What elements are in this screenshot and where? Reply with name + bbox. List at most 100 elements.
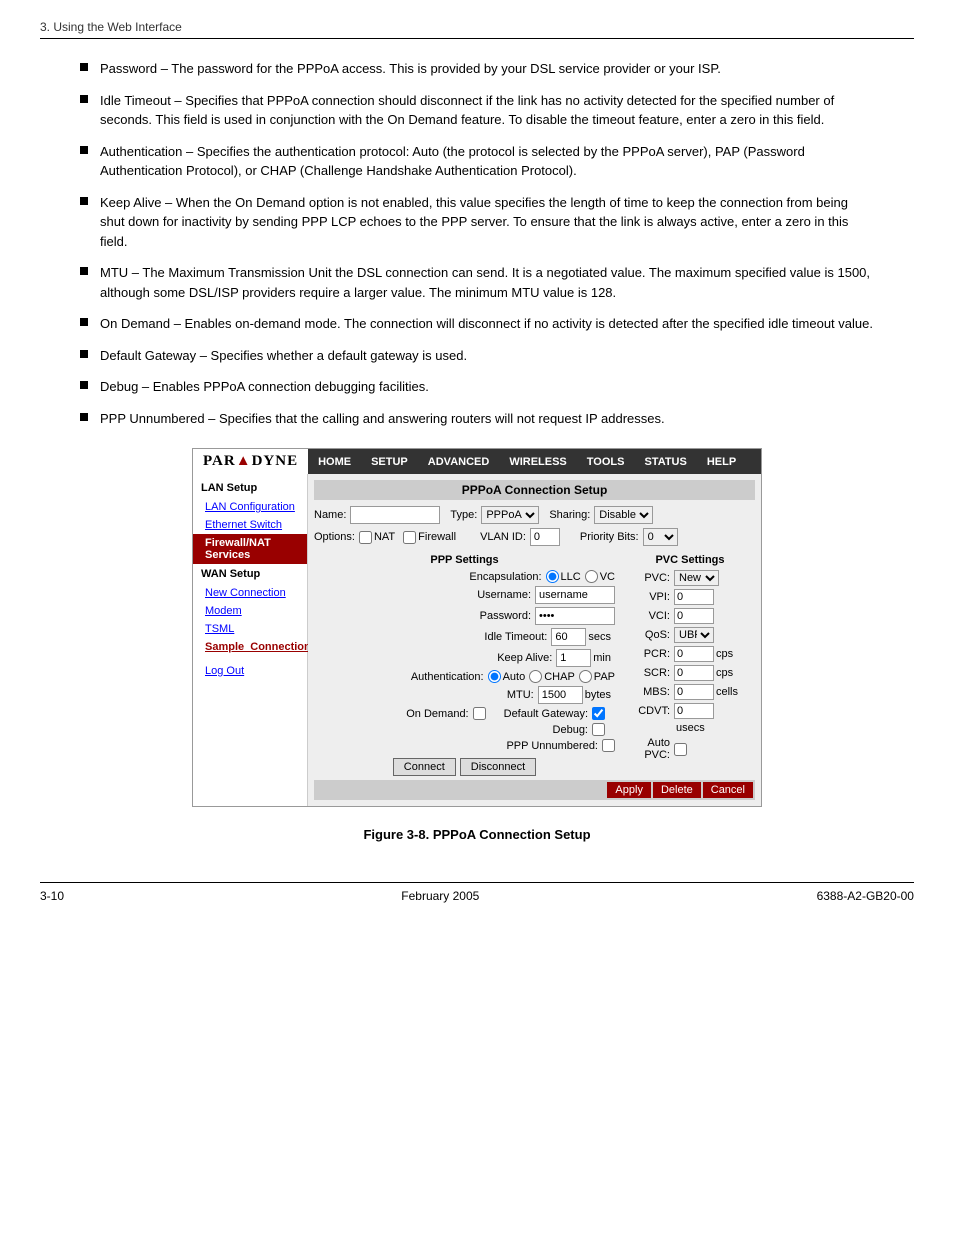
pcr-row: PCR: cps [625, 646, 755, 662]
ppp-unnumbered-checkbox[interactable] [602, 739, 615, 752]
pvc-select[interactable]: New [674, 570, 719, 586]
sidebar-item-ethernet-switch[interactable]: Ethernet Switch [193, 516, 307, 534]
bullet-icon [80, 95, 88, 103]
list-item: On Demand – Enables on-demand mode. The … [80, 314, 874, 334]
name-type-row: Name: Type: PPPoA Sharing: Disable [314, 506, 755, 524]
auth-chap-label[interactable]: CHAP [529, 670, 575, 683]
nav-home[interactable]: HOME [308, 450, 361, 474]
mbs-input[interactable] [674, 684, 714, 700]
encapsulation-label: Encapsulation: [469, 571, 541, 583]
pcr-label: PCR: [625, 648, 670, 660]
sidebar-item-tsml[interactable]: TSML [193, 620, 307, 638]
on-demand-text: On Demand: [406, 708, 468, 720]
name-input[interactable] [350, 506, 440, 524]
qos-select[interactable]: UBR [674, 627, 714, 643]
llc-radio[interactable] [546, 570, 559, 583]
nav-help[interactable]: HELP [697, 450, 746, 474]
auto-pvc-label: Auto PVC: [625, 737, 670, 761]
encapsulation-row: Encapsulation: LLC VC [314, 570, 615, 583]
ppp-settings-title: PPP Settings [314, 554, 615, 566]
list-item: Debug – Enables PPPoA connection debuggi… [80, 377, 874, 397]
default-gateway-label[interactable]: Default Gateway: [504, 707, 607, 720]
nat-checkbox[interactable] [359, 531, 372, 544]
mtu-label: MTU: [507, 689, 534, 701]
vpi-input[interactable] [674, 589, 714, 605]
nav-advanced[interactable]: ADVANCED [418, 450, 500, 474]
vlan-id-input[interactable] [530, 528, 560, 546]
router-body: LAN Setup LAN Configuration Ethernet Swi… [193, 474, 761, 806]
nav-tools[interactable]: TOOLS [577, 450, 635, 474]
scr-unit: cps [716, 667, 733, 679]
priority-bits-select[interactable]: 0 [643, 528, 678, 546]
on-demand-label[interactable]: On Demand: [406, 707, 487, 720]
auth-chap-radio[interactable] [529, 670, 542, 683]
auth-auto-radio[interactable] [488, 670, 501, 683]
idle-timeout-input[interactable] [551, 628, 586, 646]
username-input[interactable] [535, 586, 615, 604]
bullet-icon [80, 63, 88, 71]
scr-label: SCR: [625, 667, 670, 679]
firewall-checkbox-label[interactable]: Firewall [403, 531, 456, 544]
sidebar-section-lan: LAN Setup [193, 478, 307, 498]
delete-button[interactable]: Delete [653, 782, 701, 798]
on-demand-checkbox[interactable] [473, 707, 486, 720]
sidebar-item-lan-config[interactable]: LAN Configuration [193, 498, 307, 516]
scr-input[interactable] [674, 665, 714, 681]
pcr-input[interactable] [674, 646, 714, 662]
sidebar-item-modem[interactable]: Modem [193, 602, 307, 620]
vci-input[interactable] [674, 608, 714, 624]
auth-auto-label[interactable]: Auto [488, 670, 526, 683]
list-item: Password – The password for the PPPoA ac… [80, 59, 874, 79]
nav-wireless[interactable]: WIRELESS [499, 450, 576, 474]
cancel-button[interactable]: Cancel [703, 782, 753, 798]
firewall-checkbox[interactable] [403, 531, 416, 544]
llc-radio-label[interactable]: LLC [546, 570, 581, 583]
qos-row: QoS: UBR [625, 627, 755, 643]
password-input[interactable] [535, 607, 615, 625]
connection-setup-title: PPPoA Connection Setup [314, 480, 755, 500]
apply-button[interactable]: Apply [607, 782, 651, 798]
username-row: Username: [314, 586, 615, 604]
pvc-label: PVC: [625, 572, 670, 584]
sidebar-item-firewall-nat[interactable]: Firewall/NAT Services [193, 534, 307, 564]
nav-items: HOME SETUP ADVANCED WIRELESS TOOLS STATU… [308, 450, 746, 474]
idle-timeout-label: Idle Timeout: [484, 631, 547, 643]
auth-pap-label[interactable]: PAP [579, 670, 615, 683]
router-sidebar: LAN Setup LAN Configuration Ethernet Swi… [193, 474, 308, 806]
sidebar-item-new-connection[interactable]: New Connection [193, 584, 307, 602]
list-item: PPP Unnumbered – Specifies that the call… [80, 409, 874, 429]
debug-checkbox-label[interactable]: Debug: [553, 723, 607, 736]
nat-checkbox-label[interactable]: NAT [359, 531, 395, 544]
sharing-select[interactable]: Disable [594, 506, 653, 524]
keep-alive-row: Keep Alive: min [314, 649, 615, 667]
mtu-input[interactable] [538, 686, 583, 704]
bullet-icon [80, 350, 88, 358]
auto-pvc-checkbox[interactable] [674, 743, 687, 756]
bullet-icon [80, 318, 88, 326]
vc-radio-label[interactable]: VC [585, 570, 615, 583]
cdvt-input[interactable] [674, 703, 714, 719]
default-gateway-text: Default Gateway: [504, 708, 588, 720]
sidebar-item-sample-connection[interactable]: Sample_Connection [193, 638, 307, 656]
vc-radio[interactable] [585, 570, 598, 583]
debug-text: Debug: [553, 724, 588, 736]
mbs-row: MBS: cells [625, 684, 755, 700]
default-gateway-checkbox[interactable] [592, 707, 605, 720]
mtu-row: MTU: bytes [314, 686, 615, 704]
sidebar-item-logout[interactable]: Log Out [193, 662, 307, 680]
type-select[interactable]: PPPoA [481, 506, 539, 524]
pvc-settings-title: PVC Settings [625, 554, 755, 566]
footer-page-number: 3-10 [40, 889, 64, 903]
scr-row: SCR: cps [625, 665, 755, 681]
nav-setup[interactable]: SETUP [361, 450, 418, 474]
username-label: Username: [477, 589, 531, 601]
auth-pap-radio[interactable] [579, 670, 592, 683]
debug-checkbox[interactable] [592, 723, 605, 736]
cdvt-label: CDVT: [625, 705, 670, 717]
nav-status[interactable]: STATUS [634, 450, 696, 474]
disconnect-button[interactable]: Disconnect [460, 758, 536, 776]
keep-alive-label: Keep Alive: [497, 652, 552, 664]
footer-doc-number: 6388-A2-GB20-00 [817, 889, 914, 903]
keep-alive-input[interactable] [556, 649, 591, 667]
connect-button[interactable]: Connect [393, 758, 456, 776]
